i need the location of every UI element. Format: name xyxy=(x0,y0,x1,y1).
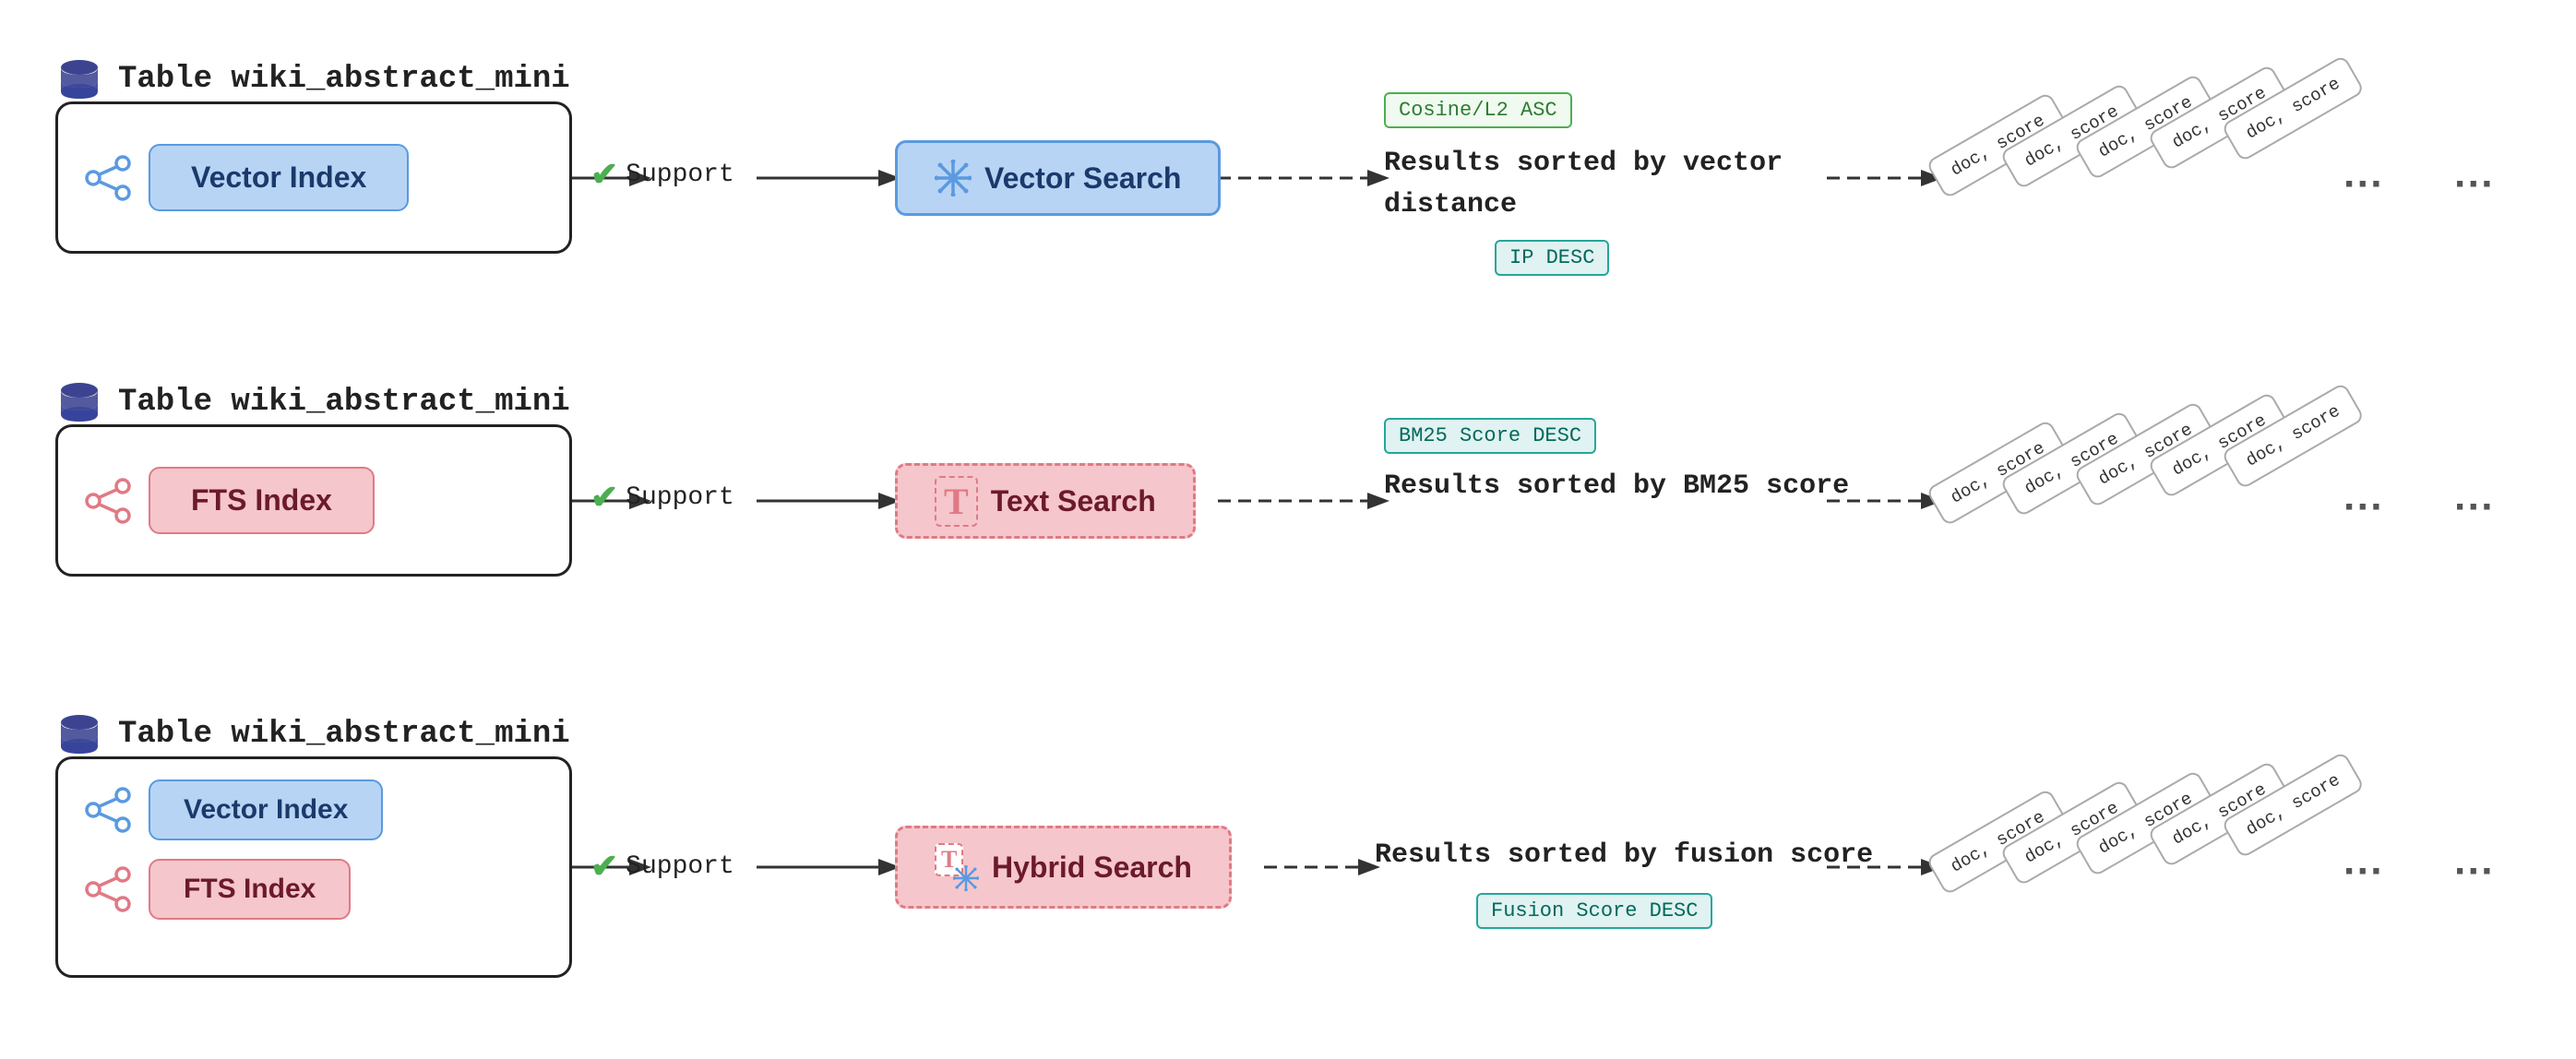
check-icon-row2: ✔ xyxy=(590,478,618,517)
row3-vector-index-pill: Vector Index xyxy=(149,779,383,840)
row2-check: ✔ Support xyxy=(590,478,734,517)
row1-search-box: Vector Search xyxy=(895,140,1221,216)
row2-table-box: FTS Index xyxy=(55,424,572,577)
row2-result-text: Results sorted by BM25 score xyxy=(1384,470,1849,502)
row2-score-tag-1: BM25 Score DESC xyxy=(1384,418,1596,454)
row3-table-label: Table wiki_abstract_mini xyxy=(55,710,570,758)
row3-fts-index-pill: FTS Index xyxy=(149,859,351,920)
row3-score-tag-1: Fusion Score DESC xyxy=(1476,893,1712,929)
score-tag-cosine: Cosine/L2 ASC xyxy=(1399,99,1557,122)
row2-doc-cards: doc, score doc, score doc, score doc, sc… xyxy=(1947,420,2463,604)
row1-table-box: Vector Index xyxy=(55,101,572,254)
row2-fts-index-pill: FTS Index xyxy=(149,467,375,534)
row3-result-text: Results sorted by fusion score xyxy=(1375,839,1873,871)
row1-doc-cards: doc, score doc, score doc, score doc, sc… xyxy=(1947,92,2463,277)
row2-search-label: Text Search xyxy=(991,484,1156,518)
check-icon-row3: ✔ xyxy=(590,847,618,886)
row2-table-label: Table wiki_abstract_mini xyxy=(55,378,570,426)
db-icon-row1 xyxy=(55,55,103,103)
row1-vector-index-pill: Vector Index xyxy=(149,144,409,211)
row1-score-tag-2: IP DESC xyxy=(1495,240,1609,276)
support-label-row2: Support xyxy=(626,483,734,512)
row2-ellipsis-1: ··· xyxy=(2343,484,2384,530)
row3-search-box: T Hybrid Search xyxy=(895,826,1232,909)
score-tag-ip: IP DESC xyxy=(1509,246,1594,269)
row3-ellipsis-2: ··· xyxy=(2454,849,2495,895)
db-icon-row3 xyxy=(55,710,103,758)
share-icon-row3-v xyxy=(84,786,132,834)
support-label-row3: Support xyxy=(626,852,734,881)
row3-search-label: Hybrid Search xyxy=(992,851,1192,885)
row1-table-label: Table wiki_abstract_mini xyxy=(55,55,570,103)
row3-table-name: Table wiki_abstract_mini xyxy=(118,717,570,752)
row1-score-tag-1: Cosine/L2 ASC xyxy=(1384,92,1572,128)
row3-check: ✔ Support xyxy=(590,847,734,886)
T-icon-row2: T xyxy=(935,476,978,527)
support-label-row1: Support xyxy=(626,161,734,189)
share-icon-row3-f xyxy=(84,865,132,913)
row1-search-label: Vector Search xyxy=(984,161,1181,196)
row1-table-name: Table wiki_abstract_mini xyxy=(118,62,570,97)
row1-ellipsis-2: ··· xyxy=(2454,161,2495,208)
row2-ellipsis-2: ··· xyxy=(2454,484,2495,530)
row3-ellipsis-1: ··· xyxy=(2343,849,2384,895)
row1-ellipsis-1: ··· xyxy=(2343,161,2384,208)
check-icon-row1: ✔ xyxy=(590,155,618,194)
score-tag-fusion: Fusion Score DESC xyxy=(1491,899,1698,922)
db-icon-row2 xyxy=(55,378,103,426)
row3-table-box: Vector Index FTS Index xyxy=(55,756,572,978)
score-tag-bm25: BM25 Score DESC xyxy=(1399,424,1581,447)
snowflake-icon-row3 xyxy=(953,865,979,891)
row3-doc-cards: doc, score doc, score doc, score doc, sc… xyxy=(1947,789,2463,973)
row1-check: ✔ Support xyxy=(590,155,734,194)
row2-search-box: T Text Search xyxy=(895,463,1196,539)
row2-table-name: Table wiki_abstract_mini xyxy=(118,385,570,420)
diagram: Table wiki_abstract_mini Vector Index ✔ … xyxy=(0,0,2576,1059)
snowflake-icon-row1 xyxy=(935,160,972,196)
share-icon-row1 xyxy=(84,154,132,202)
row1-result-text: Results sorted by vectordistance xyxy=(1384,143,1783,226)
share-icon-row2 xyxy=(84,477,132,525)
